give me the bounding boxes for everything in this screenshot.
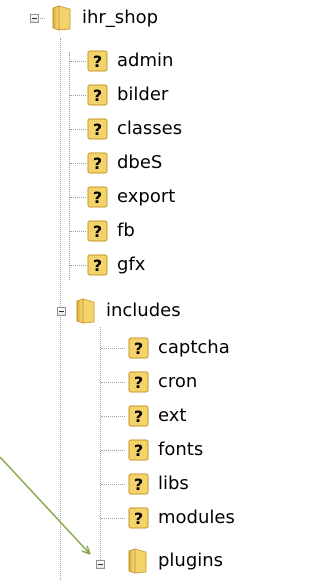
svg-text:?: ? [93,188,102,207]
tree-node-captcha[interactable]: ? captcha [128,334,230,362]
tree-guide-h [101,450,125,451]
tree-guide-h [70,231,86,232]
tree-guide-h [70,265,86,266]
tree-node-export[interactable]: ? export [87,183,175,211]
tree-node-admin[interactable]: ? admin [87,47,173,75]
tree-guide-h [101,518,125,519]
tree-node-label: dbeS [117,152,163,173]
svg-text:?: ? [134,373,143,392]
tree-guide-h [101,416,125,417]
svg-text:?: ? [134,441,143,460]
tree-node-classes[interactable]: ? classes [87,115,182,143]
tree-node-modules[interactable]: ? modules [128,504,235,532]
svg-text:?: ? [134,407,143,426]
folder-icon [76,298,96,324]
tree-node-label: export [117,186,176,207]
tree-node-dbes[interactable]: ? dbeS [87,149,162,177]
tree-node-label: captcha [158,337,230,358]
unknown-folder-icon: ? [87,152,108,174]
tree-node-label: fb [117,220,135,241]
tree-guide-h [101,382,125,383]
tree-guide-h [70,129,86,130]
tree-node-label: plugins [158,550,224,571]
tree-node-ihr-shop[interactable]: ihr_shop [52,4,158,32]
unknown-folder-icon: ? [128,371,149,393]
svg-text:?: ? [134,509,143,528]
tree-node-label: includes [106,300,181,321]
tree-node-label: admin [117,50,174,71]
tree-node-cron[interactable]: ? cron [128,368,197,396]
unknown-folder-icon: ? [128,337,149,359]
folder-tree: ihr_shop ? admin ? bilder ? classes ? db… [0,0,274,580]
tree-guide-h [101,348,125,349]
tree-node-label: classes [117,118,183,139]
tree-node-label: libs [158,473,189,494]
folder-icon [52,5,72,31]
tree-node-label: ext [158,405,187,426]
tree-node-libs[interactable]: ? libs [128,470,189,498]
tree-guide-h [101,484,125,485]
tree-node-plugins[interactable]: plugins [128,547,223,575]
tree-node-label: ihr_shop [82,7,159,28]
unknown-folder-icon: ? [128,439,149,461]
unknown-folder-icon: ? [87,84,108,106]
unknown-folder-icon: ? [87,220,108,242]
svg-text:?: ? [134,475,143,494]
tree-guide-h [70,197,86,198]
tree-node-label: fonts [158,439,204,460]
unknown-folder-icon: ? [87,186,108,208]
tree-node-label: cron [158,371,198,392]
svg-text:?: ? [93,86,102,105]
tree-node-fb[interactable]: ? fb [87,217,135,245]
tree-guide-includes [100,327,101,568]
tree-guide-h [70,95,86,96]
collapse-toggle-ihr-shop[interactable] [30,14,39,23]
tree-guide-root [69,52,70,280]
svg-text:?: ? [134,339,143,358]
collapse-toggle-includes[interactable] [57,307,66,316]
collapse-toggle-plugins[interactable] [96,560,105,569]
tree-node-bilder[interactable]: ? bilder [87,81,168,109]
tree-node-fonts[interactable]: ? fonts [128,436,203,464]
svg-text:?: ? [93,256,102,275]
tree-node-label: bilder [117,84,169,105]
tree-node-label: gfx [117,254,146,275]
unknown-folder-icon: ? [87,50,108,72]
unknown-folder-icon: ? [128,405,149,427]
tree-node-includes[interactable]: includes [76,297,181,325]
svg-text:?: ? [93,154,102,173]
tree-node-label: modules [158,507,235,528]
unknown-folder-icon: ? [87,254,108,276]
unknown-folder-icon: ? [128,473,149,495]
tree-node-gfx[interactable]: ? gfx [87,251,145,279]
svg-text:?: ? [93,222,102,241]
svg-text:?: ? [93,52,102,71]
unknown-folder-icon: ? [128,507,149,529]
tree-node-ext[interactable]: ? ext [128,402,186,430]
folder-icon [128,548,148,574]
tree-guide-h [70,163,86,164]
unknown-folder-icon: ? [87,118,108,140]
tree-guide-h [70,61,86,62]
svg-text:?: ? [93,120,102,139]
